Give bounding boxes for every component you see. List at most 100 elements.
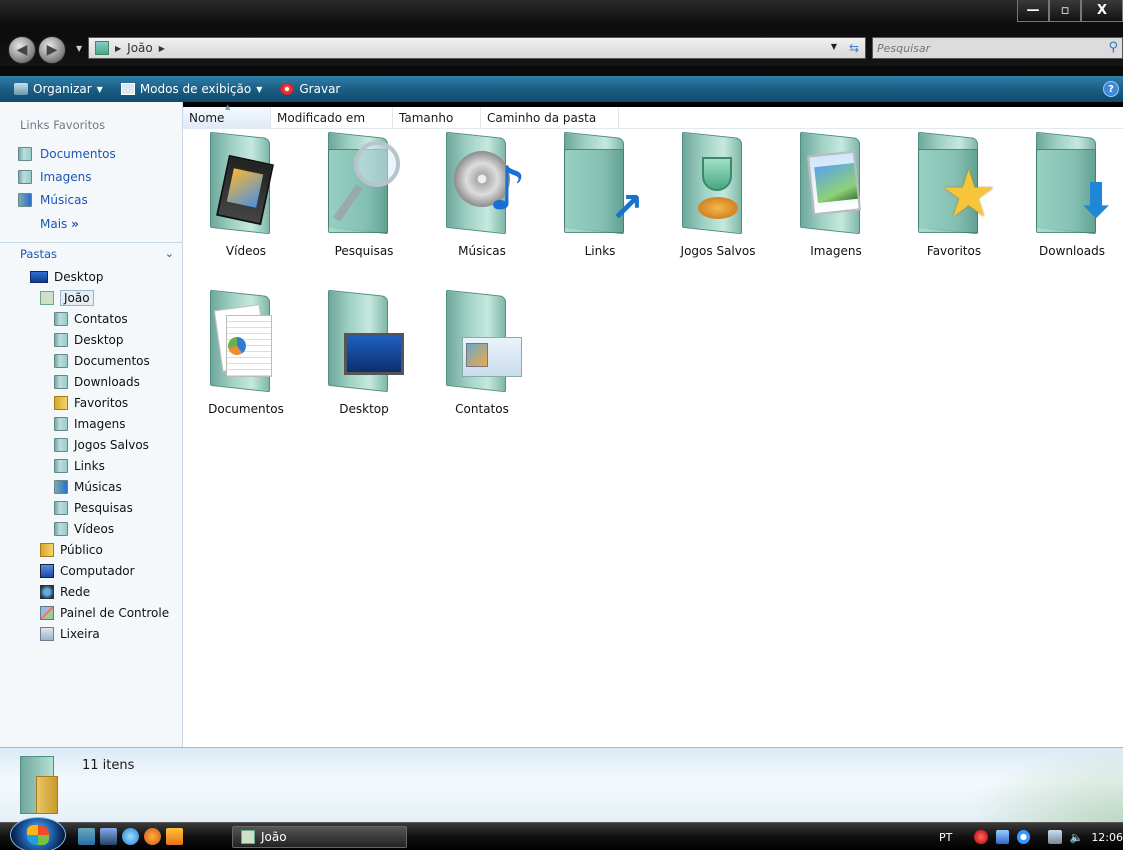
maximize-button[interactable]: ▫ — [1049, 0, 1081, 22]
breadcrumb-separator-icon[interactable]: ▶ — [115, 44, 121, 53]
forward-button[interactable]: ▶ — [38, 36, 66, 64]
favorite-link-music[interactable]: Músicas — [18, 188, 116, 211]
system-tray: PT 🔈 12:06 — [933, 823, 1123, 850]
network-connection-icon[interactable] — [1048, 830, 1062, 844]
switch-windows-icon[interactable] — [100, 828, 117, 845]
breadcrumb-item[interactable]: João — [127, 41, 153, 55]
folder-item-contatos[interactable]: Contatos — [423, 287, 541, 437]
help-icon[interactable]: ? — [1103, 81, 1119, 97]
desktop-folder-icon — [54, 332, 68, 347]
folder-item-label: Vídeos — [225, 244, 267, 258]
tree-item-desktop-folder[interactable]: Desktop — [0, 329, 182, 350]
tree-item-jogos-salvos[interactable]: Jogos Salvos — [0, 434, 182, 455]
search-input[interactable] — [877, 41, 1097, 55]
folder-item-label: Desktop — [339, 402, 389, 416]
column-header-label: Nome — [189, 111, 225, 125]
pictures-icon — [18, 169, 32, 184]
folder-item-favoritos[interactable]: ★ Favoritos — [895, 129, 1013, 279]
volume-icon[interactable]: 🔈 — [1070, 831, 1084, 844]
refresh-button[interactable]: ⇆ — [842, 38, 866, 58]
window-controls: — ▫ X — [1017, 0, 1123, 22]
minimize-button[interactable]: — — [1017, 0, 1049, 22]
search-box[interactable]: ⚲ — [872, 37, 1123, 59]
tree-item-painel-de-controle[interactable]: Painel de Controle — [0, 602, 182, 623]
decorative-swoosh — [963, 747, 1123, 822]
documents-icon — [54, 353, 68, 368]
address-bar[interactable]: ▶ João ▶ ▼ — [88, 37, 866, 59]
column-header-name[interactable]: ▲ Nome — [183, 103, 271, 129]
burn-button[interactable]: Gravar — [280, 82, 340, 96]
music-folder-icon: ♪ — [432, 131, 532, 235]
firefox-icon[interactable] — [144, 828, 161, 845]
organize-menu[interactable]: Organizar ▼ — [14, 82, 103, 96]
favorite-link-pictures[interactable]: Imagens — [18, 165, 116, 188]
user-folder-icon — [18, 756, 62, 816]
tree-item-pesquisas[interactable]: Pesquisas — [0, 497, 182, 518]
folder-item-downloads[interactable]: ⬇ Downloads — [1013, 129, 1123, 279]
favorite-links-heading: Links Favoritos — [20, 118, 106, 132]
folder-item-label: Links — [584, 244, 616, 258]
folder-item-links[interactable]: ↗ Links — [541, 129, 659, 279]
frame-gap — [0, 66, 1123, 76]
folder-item-label: Downloads — [1039, 244, 1105, 258]
tree-item-desktop[interactable]: Desktop — [0, 266, 182, 287]
tree-item-contatos[interactable]: Contatos — [0, 308, 182, 329]
videos-folder-icon — [196, 131, 296, 235]
downloads-folder-icon: ⬇ — [1022, 131, 1122, 235]
desktop-icon — [30, 270, 48, 283]
tree-item-favoritos[interactable]: Favoritos — [0, 392, 182, 413]
tree-item-downloads[interactable]: Downloads — [0, 371, 182, 392]
tree-item-musicas[interactable]: Músicas — [0, 476, 182, 497]
folder-item-videos[interactable]: Vídeos — [187, 129, 305, 279]
tree-item-publico[interactable]: Público — [0, 539, 182, 560]
folder-tree: Desktop João Contatos Desktop Documentos… — [0, 266, 182, 644]
column-header-size[interactable]: Tamanho — [393, 107, 481, 129]
back-button[interactable]: ◀ — [8, 36, 36, 64]
recent-pages-dropdown-icon[interactable]: ▼ — [76, 44, 82, 53]
folder-item-imagens[interactable]: Imagens — [777, 129, 895, 279]
tree-item-rede[interactable]: Rede — [0, 581, 182, 602]
folder-item-pesquisas[interactable]: Pesquisas — [305, 129, 423, 279]
tree-item-documentos[interactable]: Documentos — [0, 350, 182, 371]
tree-item-computador[interactable]: Computador — [0, 560, 182, 581]
windows-logo-icon — [27, 825, 49, 845]
network-icon — [40, 584, 54, 599]
address-dropdown-icon[interactable]: ▼ — [831, 42, 837, 51]
internet-explorer-icon[interactable] — [122, 828, 139, 845]
folder-item-documentos[interactable]: Documentos — [187, 287, 305, 437]
start-button[interactable] — [10, 817, 66, 850]
public-folder-icon — [40, 542, 54, 557]
tree-item-imagens[interactable]: Imagens — [0, 413, 182, 434]
tree-item-lixeira[interactable]: Lixeira — [0, 623, 182, 644]
breadcrumb-separator-icon[interactable]: ▶ — [159, 44, 165, 53]
column-header-modified[interactable]: Modificado em — [271, 107, 393, 129]
show-desktop-icon[interactable] — [78, 828, 95, 845]
search-icon[interactable]: ⚲ — [1108, 40, 1118, 55]
views-menu[interactable]: Modos de exibição ▼ — [120, 82, 262, 96]
contacts-icon — [54, 311, 68, 326]
folder-item-desktop[interactable]: Desktop — [305, 287, 423, 437]
folder-item-label: Documentos — [208, 402, 284, 416]
security-alert-icon[interactable] — [974, 830, 988, 844]
favorite-links-list: Documentos Imagens Músicas — [18, 142, 116, 211]
close-button[interactable]: X — [1081, 0, 1123, 22]
contacts-folder-icon — [432, 289, 532, 393]
documents-folder-icon — [196, 289, 296, 393]
taskbar-window-button[interactable]: João — [232, 826, 407, 848]
sync-icon[interactable] — [1016, 830, 1031, 844]
tree-item-joao[interactable]: João — [0, 287, 182, 308]
column-header-folder-path[interactable]: Caminho da pasta — [481, 107, 619, 129]
favorite-link-documents[interactable]: Documentos — [18, 142, 116, 165]
more-links[interactable]: Mais » — [40, 217, 79, 231]
network-status-icon[interactable] — [995, 830, 1009, 844]
tree-item-label: Desktop — [54, 269, 104, 284]
folder-item-musicas[interactable]: ♪ Músicas — [423, 129, 541, 279]
language-indicator[interactable]: PT — [939, 831, 952, 844]
folder-item-jogos-salvos[interactable]: Jogos Salvos — [659, 129, 777, 279]
tree-item-label: Vídeos — [74, 521, 115, 536]
clock[interactable]: 12:06 — [1091, 831, 1123, 844]
media-player-icon[interactable] — [166, 828, 183, 845]
folders-toggle[interactable]: Pastas ⌄ — [0, 242, 182, 264]
tree-item-links[interactable]: Links — [0, 455, 182, 476]
tree-item-videos[interactable]: Vídeos — [0, 518, 182, 539]
